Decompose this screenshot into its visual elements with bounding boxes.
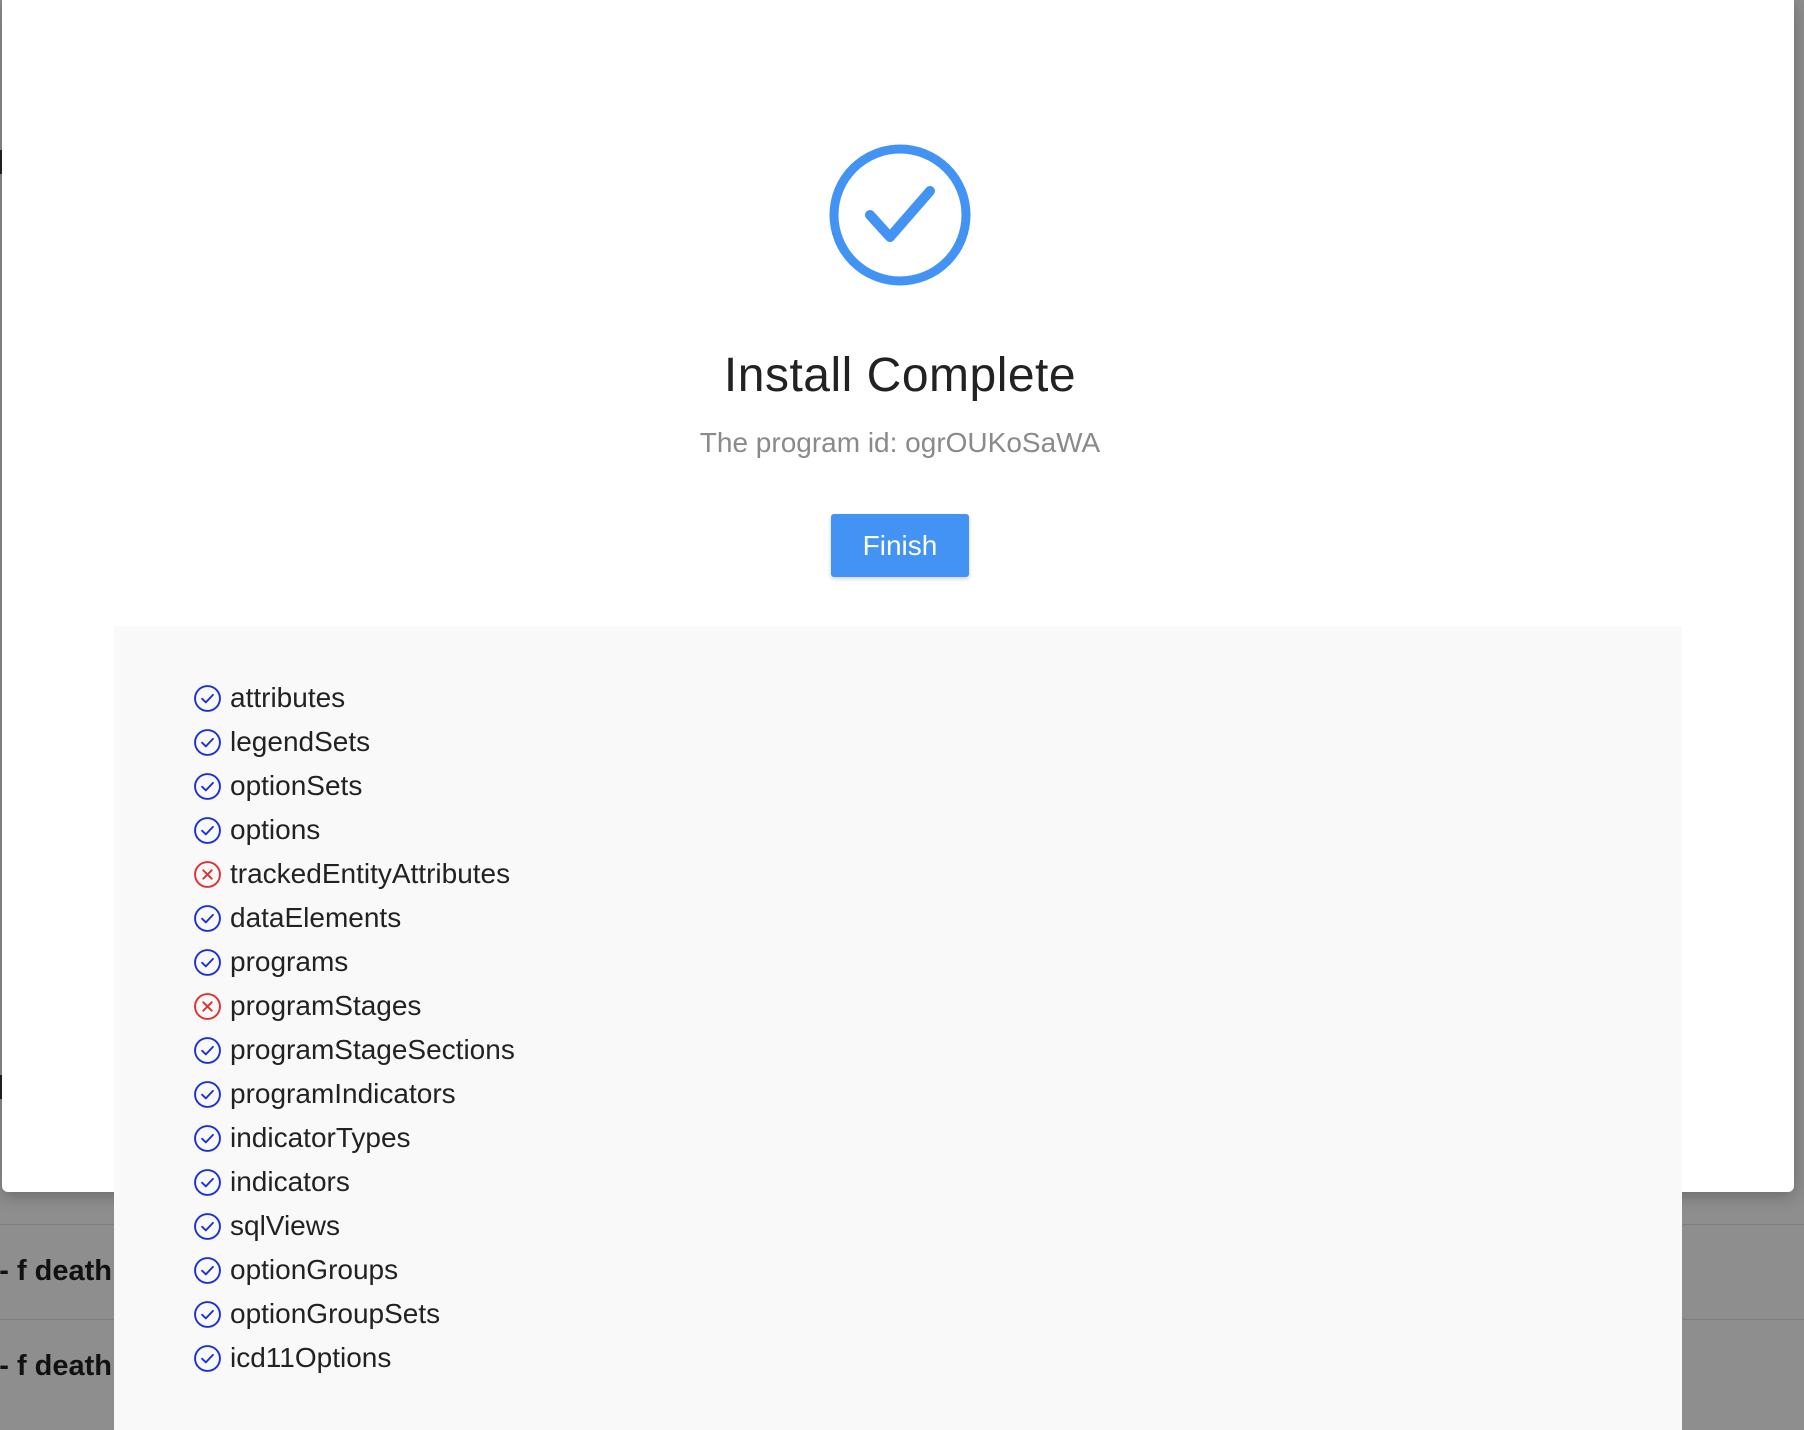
result-item: programIndicators bbox=[193, 1072, 515, 1116]
check-circle-icon bbox=[194, 1036, 221, 1064]
check-circle-icon bbox=[194, 1256, 221, 1284]
check-circle-icon bbox=[194, 1080, 221, 1108]
check-circle-icon bbox=[194, 904, 221, 932]
background-row-label: f death - bbox=[0, 1255, 112, 1287]
dialog-title: Install Complete bbox=[723, 349, 1077, 402]
x-circle-icon bbox=[194, 860, 221, 888]
check-circle-icon bbox=[194, 684, 221, 712]
result-item: programs bbox=[193, 940, 515, 984]
result-label: indicators bbox=[230, 1166, 350, 1197]
check-circle-icon bbox=[829, 144, 971, 286]
result-item: options bbox=[193, 808, 515, 852]
result-label: sqlViews bbox=[230, 1210, 340, 1241]
result-item: legendSets bbox=[193, 720, 515, 764]
check-circle-icon bbox=[194, 948, 221, 976]
result-label: dataElements bbox=[230, 902, 402, 933]
program-id-text: The program id: ogrOUKoSaWA bbox=[699, 427, 1101, 458]
result-item: programStages bbox=[193, 984, 515, 1028]
result-label: optionGroups bbox=[230, 1254, 399, 1285]
install-results-list: attributes legendSets optionSets options tra… bbox=[193, 676, 515, 1380]
finish-button[interactable]: Finish bbox=[831, 514, 969, 577]
result-label: optionSets bbox=[230, 770, 363, 801]
result-item: indicatorTypes bbox=[193, 1116, 515, 1160]
result-label: trackedEntityAttributes bbox=[230, 858, 511, 889]
check-circle-icon bbox=[194, 1124, 221, 1152]
result-label: optionGroupSets bbox=[230, 1298, 441, 1329]
result-item: indicators bbox=[193, 1160, 515, 1204]
x-circle-icon bbox=[194, 992, 221, 1020]
check-circle-icon bbox=[194, 1300, 221, 1328]
result-label: legendSets bbox=[230, 726, 371, 757]
result-label: programStageSections bbox=[230, 1034, 515, 1065]
check-circle-icon bbox=[194, 728, 221, 756]
result-item: trackedEntityAttributes bbox=[193, 852, 515, 896]
result-item: dataElements bbox=[193, 896, 515, 940]
result-item: icd11Options bbox=[193, 1336, 515, 1380]
result-label: icd11Options bbox=[230, 1342, 392, 1373]
result-item: attributes bbox=[193, 676, 515, 720]
result-item: optionSets bbox=[193, 764, 515, 808]
result-label: programIndicators bbox=[230, 1078, 456, 1109]
result-item: sqlViews bbox=[193, 1204, 515, 1248]
result-label: indicatorTypes bbox=[230, 1122, 411, 1153]
result-label: options bbox=[230, 814, 321, 845]
result-item: optionGroups bbox=[193, 1248, 515, 1292]
check-circle-icon bbox=[194, 1344, 221, 1372]
background-row-label: f death - bbox=[0, 1350, 112, 1382]
result-item: programStageSections bbox=[193, 1028, 515, 1072]
check-circle-icon bbox=[194, 816, 221, 844]
check-circle-icon bbox=[194, 772, 221, 800]
install-results-panel: attributes legendSets optionSets options tra… bbox=[114, 626, 1682, 1430]
result-label: programs bbox=[230, 946, 349, 977]
check-circle-icon bbox=[194, 1212, 221, 1240]
result-label: attributes bbox=[230, 682, 346, 713]
check-circle-icon bbox=[194, 1168, 221, 1196]
result-label: programStages bbox=[230, 990, 422, 1021]
result-item: optionGroupSets bbox=[193, 1292, 515, 1336]
